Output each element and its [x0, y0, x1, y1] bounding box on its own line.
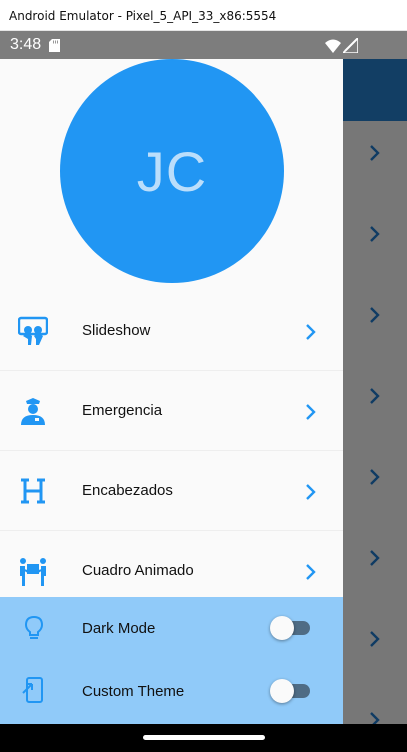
chevron-right-icon	[368, 144, 382, 162]
avatar-initials: JC	[136, 139, 208, 203]
heading-h-icon	[21, 478, 45, 504]
wifi-icon	[325, 39, 341, 53]
chevron-right-icon	[368, 630, 382, 648]
lightbulb-icon	[24, 615, 44, 639]
menu-item-slideshow[interactable]: Slideshow	[0, 291, 343, 371]
settings-panel: Dark Mode Custom Theme	[0, 597, 343, 724]
toggle-thumb	[270, 616, 294, 640]
avatar[interactable]: JC	[60, 59, 284, 283]
menu-item-encabezados[interactable]: Encabezados	[0, 451, 343, 531]
device-screen: 3:48 JC Slideshow Emergencia Encabezados…	[0, 31, 407, 752]
menu-item-label: Encabezados	[82, 482, 173, 499]
chevron-right-icon	[368, 387, 382, 405]
toggle-thumb	[270, 679, 294, 703]
sd-card-icon	[49, 39, 60, 52]
signal-icon	[343, 38, 358, 53]
menu-item-label: Cuadro Animado	[82, 562, 194, 579]
phone-mobile-icon	[22, 677, 43, 703]
chevron-right-icon	[306, 324, 316, 340]
chevron-right-icon	[368, 549, 382, 567]
drawer-menu: Slideshow Emergencia Encabezados Cuadro …	[0, 291, 343, 611]
custom-theme-toggle[interactable]	[270, 679, 310, 703]
home-gesture-handle[interactable]	[143, 735, 265, 740]
custom-theme-label: Custom Theme	[82, 683, 185, 700]
window-titlebar: Android Emulator - Pixel_5_API_33_x86:55…	[0, 0, 407, 31]
dark-mode-toggle[interactable]	[270, 616, 310, 640]
menu-item-emergencia[interactable]: Emergencia	[0, 371, 343, 451]
police-officer-icon	[21, 398, 45, 425]
chevron-right-icon	[368, 306, 382, 324]
chevron-right-icon	[306, 564, 316, 580]
status-time: 3:48	[10, 36, 42, 53]
dark-mode-label: Dark Mode	[82, 620, 156, 637]
chevron-right-icon	[368, 225, 382, 243]
status-bar: 3:48	[0, 31, 407, 59]
chevron-right-icon	[368, 468, 382, 486]
navigation-drawer: JC Slideshow Emergencia Encabezados Cuad…	[0, 59, 343, 724]
menu-item-label: Emergencia	[82, 402, 163, 419]
chevron-right-icon	[306, 404, 316, 420]
menu-item-label: Slideshow	[82, 322, 151, 339]
people-carry-box-icon	[20, 558, 46, 586]
window-title: Android Emulator - Pixel_5_API_33_x86:55…	[9, 9, 277, 23]
dark-mode-row[interactable]: Dark Mode	[0, 597, 343, 660]
chevron-right-icon	[306, 484, 316, 500]
navigation-bar	[0, 724, 407, 752]
custom-theme-row[interactable]: Custom Theme	[0, 660, 343, 723]
slideshow-icon	[18, 316, 48, 345]
